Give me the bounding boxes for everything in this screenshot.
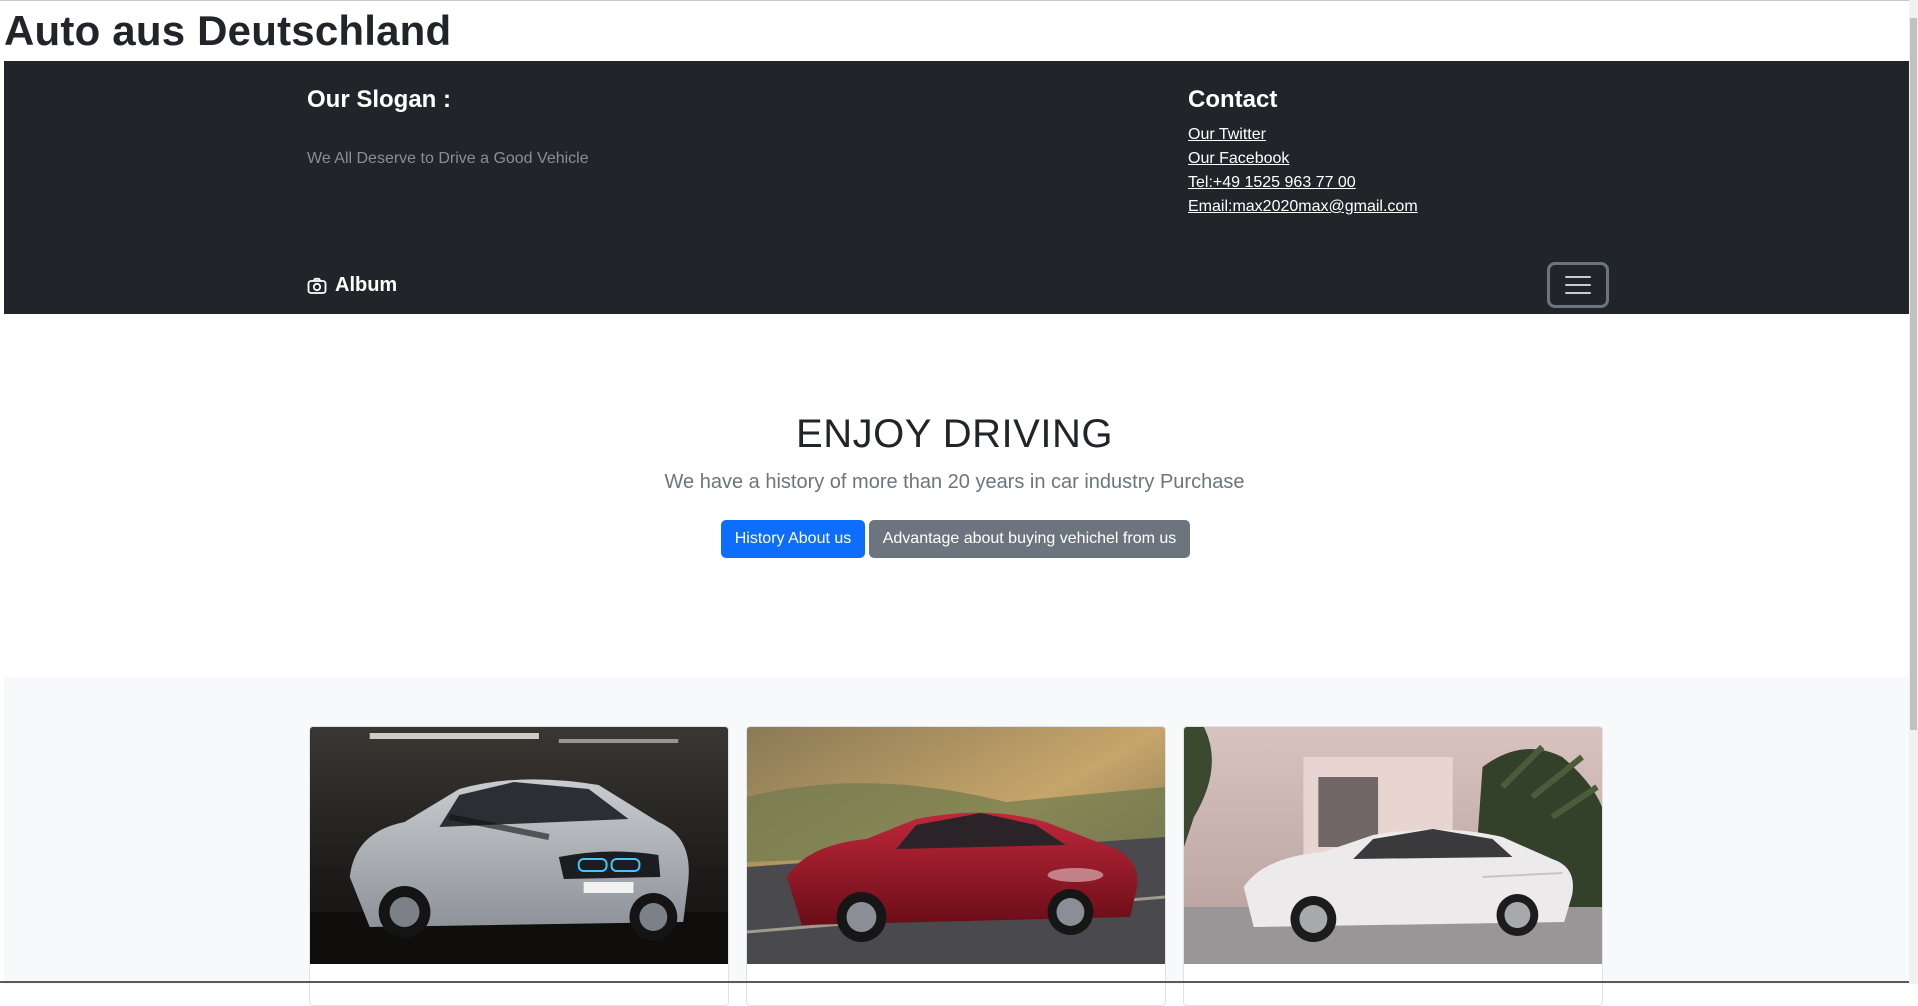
red-sedan-photo[interactable] xyxy=(747,727,1165,964)
twitter-link[interactable]: Our Twitter xyxy=(1188,126,1266,143)
slogan-text: We All Deserve to Drive a Good Vehicle xyxy=(307,150,589,167)
album-card xyxy=(746,726,1166,1006)
hero-section: ENJOY DRIVING We have a history of more … xyxy=(0,314,1909,677)
email-link[interactable]: Email:max2020max@gmail.com xyxy=(1188,198,1418,215)
scrollbar-thumb[interactable] xyxy=(1910,18,1917,730)
album-card xyxy=(1183,726,1603,1006)
site-title: Auto aus Deutschland xyxy=(4,7,452,54)
contact-item: Our Facebook xyxy=(1188,147,1418,171)
facebook-link[interactable]: Our Facebook xyxy=(1188,150,1289,167)
contact-item: Tel:+49 1525 963 77 00 xyxy=(1188,171,1418,195)
contact-item: Email:max2020max@gmail.com xyxy=(1188,195,1418,219)
hamburger-menu-icon xyxy=(1565,276,1591,294)
slogan-heading: Our Slogan : xyxy=(307,86,451,113)
camera-icon xyxy=(307,277,327,294)
white-sedan-photo[interactable] xyxy=(1184,727,1602,964)
contact-item: Our Twitter xyxy=(1188,123,1418,147)
window-bottom-border xyxy=(0,981,1909,983)
album-brand-label: Album xyxy=(335,274,398,296)
window-top-border xyxy=(0,0,1918,4)
silver-suv-photo[interactable] xyxy=(310,727,728,964)
album-card xyxy=(309,726,729,1006)
history-about-us-button[interactable]: History About us xyxy=(721,520,865,558)
hero-title: ENJOY DRIVING xyxy=(796,412,1113,456)
site-header: Our Slogan : We All Deserve to Drive a G… xyxy=(4,61,1909,314)
navbar-toggler-button[interactable] xyxy=(1547,262,1609,308)
album-section xyxy=(4,677,1909,1006)
hero-lead: We have a history of more than 20 years … xyxy=(664,471,1245,493)
advantages-button[interactable]: Advantage about buying vehichel from us xyxy=(869,520,1190,558)
phone-link[interactable]: Tel:+49 1525 963 77 00 xyxy=(1188,174,1356,191)
album-brand-link[interactable]: Album xyxy=(307,274,397,297)
contact-list: Our Twitter Our Facebook Tel:+49 1525 96… xyxy=(1188,123,1418,219)
contact-heading: Contact xyxy=(1188,86,1278,113)
